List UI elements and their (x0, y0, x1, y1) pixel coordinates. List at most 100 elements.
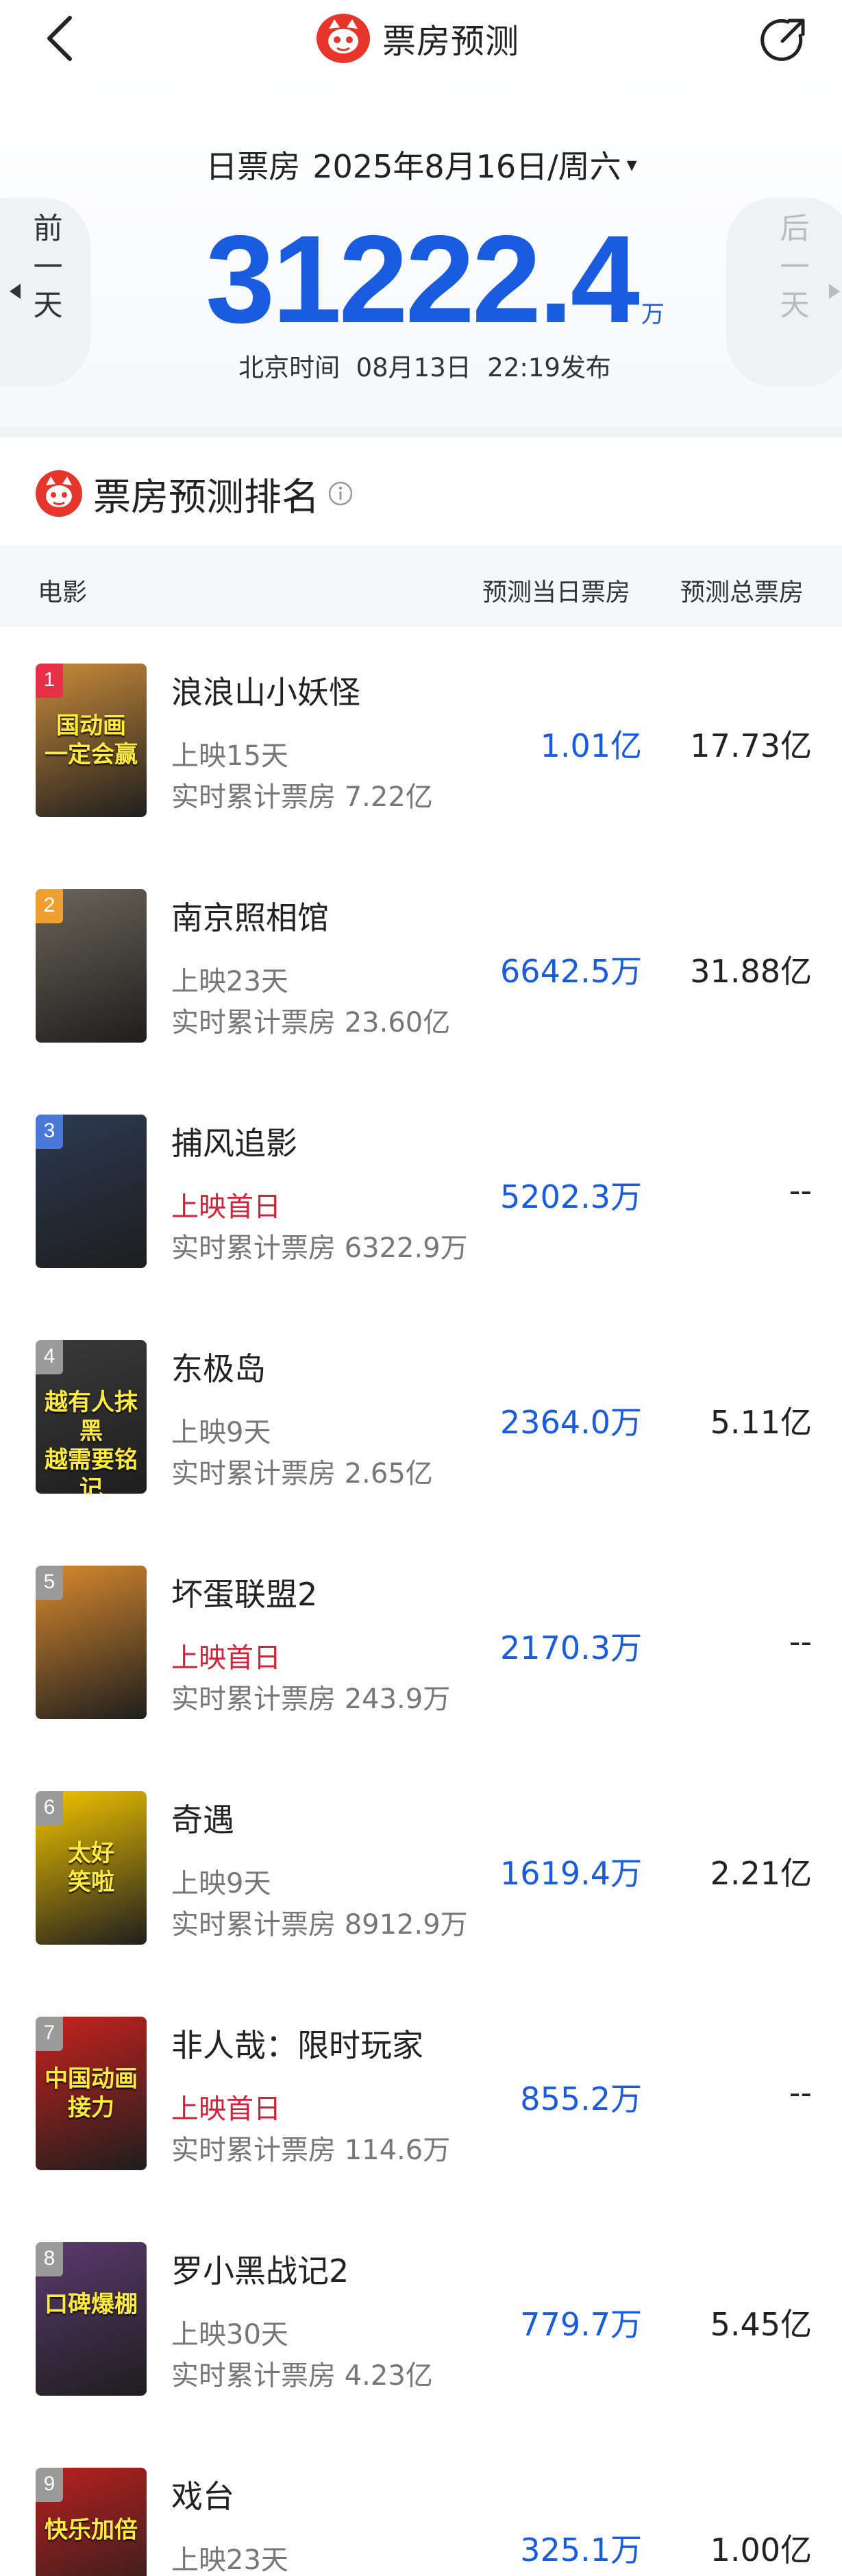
cumulative-box-office: 实时累计票房 23.60亿 (171, 1007, 451, 1038)
rank-badge: 3 (36, 1115, 63, 1149)
release-time: 北京时间 08月13日 22:19发布 (238, 353, 611, 382)
info-icon[interactable] (327, 481, 354, 507)
predicted-day-box-office: 779.7万 (520, 2306, 642, 2343)
section-header: 票房预测排名 (0, 452, 842, 535)
release-days: 上映9天 (171, 1868, 271, 1899)
movie-title: 南京照相馆 (171, 899, 329, 936)
predicted-total-box-office: 31.88亿 (690, 953, 812, 990)
movie-row[interactable]: 2 南京照相馆 上映23天 实时累计票房 23.60亿 6642.5万 31.88亿 (0, 863, 842, 1089)
share-icon[interactable] (758, 15, 810, 64)
poster-text: 中国动画 接力 (45, 2065, 138, 2122)
date-selector[interactable]: 日票房 2025年8月16日/周六 ▾ (199, 144, 644, 185)
predicted-total-box-office: 2.21亿 (710, 1855, 812, 1892)
total-box-office: 31222.4 万 (206, 204, 665, 341)
rank-badge: 9 (36, 2468, 63, 2502)
release-days: 上映9天 (171, 1417, 271, 1448)
back-chevron-icon[interactable] (40, 14, 81, 63)
rank-badge: 2 (36, 889, 63, 923)
release-days: 上映首日 (171, 1191, 281, 1223)
predicted-total-box-office: 17.73亿 (690, 727, 812, 764)
movie-poster[interactable]: 9 快乐加倍 (36, 2468, 147, 2576)
prev-day-char: 前 (33, 212, 63, 246)
cumulative-box-office: 实时累计票房 6322.9万 (171, 1232, 468, 1264)
caret-down-icon: ▾ (626, 152, 637, 177)
movie-row[interactable]: 4 越有人抹黑 越需要铭记 东极岛上映9天实时累计票房 2.65亿 2364.0万 5.… (0, 1314, 842, 1540)
movie-title: 奇遇 (171, 1801, 234, 1838)
movie-poster[interactable]: 2 (36, 889, 147, 1043)
movie-title: 非人哉：限时玩家 (171, 2027, 423, 2064)
next-day-char: 后 (780, 212, 810, 246)
release-days: 上映30天 (171, 2319, 288, 2350)
movie-row[interactable]: 5 坏蛋联盟2 上映首日实时累计票房 243.9万 2170.3万 -- (0, 1540, 842, 1765)
column-header-pred-day: 预测当日票房 (482, 579, 631, 607)
movie-row[interactable]: 7 中国动画 接力 非人哉：限时玩家 上映首日 实时累计票房 114.6万 855.2万 -… (0, 1991, 842, 2216)
movie-poster[interactable]: 6 太好 笑啦 (36, 1791, 147, 1945)
date-label: 日票房 (206, 148, 301, 185)
arrow-right-icon (829, 284, 840, 299)
predicted-total-box-office: 5.11亿 (710, 1404, 812, 1441)
poster-text: 快乐加倍 (45, 2516, 138, 2544)
ranking-list: 1 国动画 一定会赢 浪浪山小妖怪 上映15天 实时累计票房 7.22亿 1.01亿 17.… (0, 637, 842, 2576)
movie-row[interactable]: 3 捕风追影上映首日实时累计票房 6322.9万 5202.3万 -- (0, 1089, 842, 1314)
cumulative-box-office: 实时累计票房 114.6万 (171, 2135, 451, 2166)
poster-text: 太好 笑啦 (68, 1840, 114, 1896)
next-day-char: 一 (780, 250, 810, 284)
rank-badge: 8 (36, 2242, 63, 2276)
movie-row[interactable]: 1 国动画 一定会赢 浪浪山小妖怪 上映15天 实时累计票房 7.22亿 1.01亿 17.… (0, 637, 842, 863)
cumulative-box-office: 实时累计票房 4.23亿 (171, 2360, 433, 2392)
title-group: 票房预测 (317, 14, 519, 63)
divider (0, 426, 842, 437)
top-bar: 票房预测 (0, 0, 842, 81)
movie-poster[interactable]: 3 (36, 1115, 147, 1268)
page-title: 票房预测 (382, 21, 520, 61)
movie-title: 浪浪山小妖怪 (171, 674, 360, 711)
rank-badge: 7 (36, 2017, 63, 2051)
column-header-movie: 电影 (38, 579, 88, 607)
poster-text: 越有人抹黑 越需要铭记 (45, 1389, 138, 1494)
prev-day-button[interactable]: 前 一 天 (0, 197, 90, 387)
predicted-day-box-office: 5202.3万 (500, 1178, 642, 1215)
release-days: 上映15天 (171, 740, 288, 772)
predicted-day-box-office: 2364.0万 (500, 1404, 642, 1441)
movie-poster[interactable]: 5 (36, 1566, 147, 1719)
total-unit: 万 (641, 301, 665, 328)
release-days: 上映23天 (171, 966, 288, 997)
arrow-left-icon (10, 284, 21, 299)
movie-poster[interactable]: 4 越有人抹黑 越需要铭记 (36, 1340, 147, 1494)
predicted-total-box-office: -- (789, 1623, 812, 1660)
rank-badge: 1 (36, 664, 63, 698)
movie-poster[interactable]: 7 中国动画 接力 (36, 2017, 147, 2170)
predicted-day-box-office: 1619.4万 (500, 1855, 642, 1892)
release-days: 上映首日 (171, 1642, 281, 1674)
release-days: 上映首日 (171, 2093, 281, 2125)
movie-poster[interactable]: 8 口碑爆棚 (36, 2242, 147, 2396)
movie-row[interactable]: 8 口碑爆棚 罗小黑战记2 上映30天实时累计票房 4.23亿 779.7万 5.45亿 (0, 2216, 842, 2442)
poster-text: 国动画 一定会赢 (45, 712, 138, 768)
table-header: 电影 预测当日票房 预测总票房 (0, 545, 842, 627)
maoyan-logo-icon (36, 470, 82, 517)
predicted-day-box-office: 2170.3万 (500, 1629, 642, 1666)
total-value: 31222.4 (206, 209, 640, 349)
movie-row[interactable]: 6 太好 笑啦 奇遇 上映9天 实时累计票房 8912.9万 1619.4万 2.21亿 (0, 1765, 842, 1991)
daily-summary: 日票房 2025年8月16日/周六 ▾ 前 一 天 31222.4 万 后 一 … (0, 81, 842, 426)
movie-poster[interactable]: 1 国动画 一定会赢 (36, 664, 147, 817)
predicted-day-box-office: 855.2万 (520, 2080, 642, 2117)
predicted-day-box-office: 325.1万 (520, 2531, 642, 2568)
predicted-total-box-office: 5.45亿 (710, 2306, 812, 2343)
prev-day-char: 一 (33, 250, 63, 284)
predicted-day-box-office: 1.01亿 (540, 727, 642, 764)
cumulative-box-office: 实时累计票房 2.65亿 (171, 1458, 433, 1490)
rank-badge: 5 (36, 1566, 63, 1600)
next-day-button[interactable]: 后 一 天 (726, 197, 842, 387)
movie-title: 坏蛋联盟2 (171, 1576, 318, 1613)
poster-text: 口碑爆棚 (45, 2291, 138, 2318)
maoyan-logo-icon (317, 14, 370, 63)
date-value: 2025年8月16日/周六 (312, 148, 621, 185)
movie-row[interactable]: 9 快乐加倍 戏台 上映23天 325.1万 1.00亿 (0, 2442, 842, 2576)
cumulative-box-office: 实时累计票房 243.9万 (171, 1684, 451, 1715)
section-title: 票房预测排名 (93, 475, 320, 519)
movie-title: 罗小黑战记2 (171, 2252, 349, 2289)
movie-title: 捕风追影 (171, 1125, 297, 1162)
movie-title: 东极岛 (171, 1350, 266, 1387)
predicted-total-box-office: -- (789, 1172, 812, 1209)
